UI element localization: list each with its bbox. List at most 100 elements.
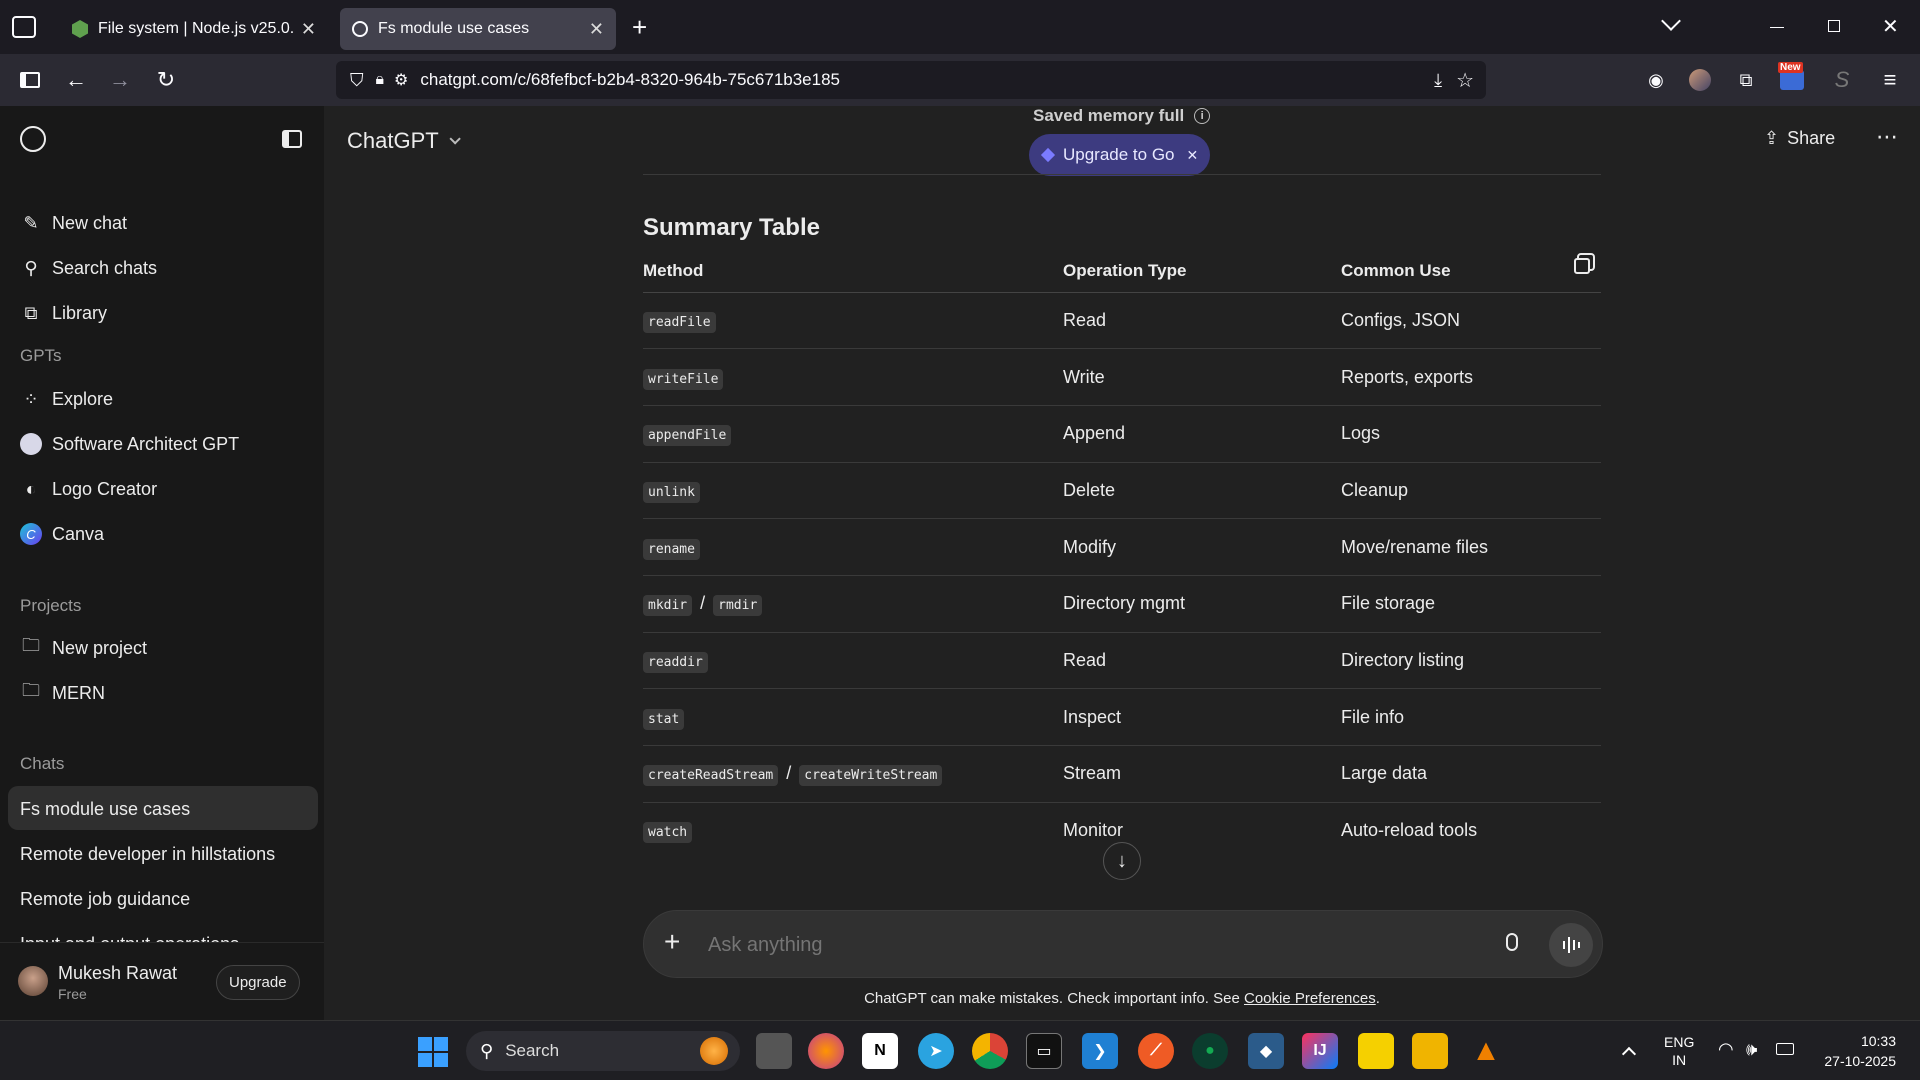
library-button[interactable]: ⧉ Library: [20, 294, 107, 332]
chats-heading: Chats: [20, 754, 65, 773]
sidebar-item-software-architect-gpt[interactable]: Software Architect GPT: [20, 425, 239, 463]
user-name[interactable]: Mukesh Rawat: [58, 963, 177, 984]
vscode-icon[interactable]: ❯: [1082, 1033, 1118, 1069]
sticky-notes-icon[interactable]: [1358, 1033, 1394, 1069]
clock-date: 27-10-2025: [1824, 1053, 1896, 1069]
chat-item[interactable]: Remote job guidance: [20, 889, 190, 910]
task-view-icon[interactable]: [756, 1033, 792, 1069]
voice-mode-button[interactable]: [1549, 923, 1593, 967]
permissions-icon[interactable]: ⚙: [394, 70, 408, 90]
method-code: unlink: [643, 481, 700, 503]
column-header: Operation Type: [1063, 260, 1187, 280]
sidebar-user-separator: [0, 942, 324, 943]
add-attachment-plus-icon[interactable]: +: [664, 926, 680, 958]
method-code: watch: [643, 822, 693, 844]
method-separator: /: [700, 593, 706, 614]
notion-icon[interactable]: N: [862, 1033, 898, 1069]
minimize-icon[interactable]: [1770, 27, 1784, 28]
software-architect-avatar-icon: [20, 433, 42, 455]
mysql-workbench-icon[interactable]: ◆: [1248, 1033, 1284, 1069]
chat-item[interactable]: Fs module use cases: [20, 799, 190, 820]
chrome-icon[interactable]: [972, 1033, 1008, 1069]
close-tab-icon[interactable]: ✕: [589, 19, 604, 40]
shield-icon[interactable]: ⛉: [350, 70, 364, 91]
extension-new-icon[interactable]: New: [1778, 62, 1806, 94]
sidebar-item-explore[interactable]: ⁘ Explore: [20, 380, 113, 418]
windows-start-icon[interactable]: [418, 1037, 448, 1067]
intellij-icon[interactable]: IJ: [1302, 1033, 1338, 1069]
tab-title: File system | Node.js v25.0.0 Do: [98, 20, 293, 37]
method-code: rename: [643, 538, 700, 560]
close-window-icon[interactable]: ✕: [1882, 14, 1899, 39]
tray-overflow-chevron-icon[interactable]: [1621, 1046, 1637, 1062]
upgrade-pill[interactable]: Upgrade to Go ✕: [1029, 134, 1211, 176]
wifi-icon[interactable]: ◠: [1718, 1039, 1734, 1060]
close-tab-icon[interactable]: ✕: [301, 19, 316, 40]
taskbar-search[interactable]: ⚲ Search: [466, 1031, 740, 1071]
extension-s-icon[interactable]: S: [1828, 66, 1856, 94]
extensions-puzzle-icon[interactable]: ⧉: [1732, 66, 1760, 94]
more-options-icon[interactable]: ⋯: [1876, 124, 1899, 150]
postman-icon[interactable]: ⟋: [1138, 1033, 1174, 1069]
restore-icon[interactable]: [1828, 20, 1840, 32]
volume-icon[interactable]: 🕪︎: [1746, 1039, 1757, 1060]
table-row: unlink Delete Cleanup: [643, 462, 1601, 519]
sidebar-item-mern[interactable]: 🗀︎ MERN: [20, 674, 105, 712]
list-all-tabs-chevron-icon[interactable]: [1661, 11, 1681, 31]
telegram-icon[interactable]: ➤: [918, 1033, 954, 1069]
share-button[interactable]: ⇪ Share: [1764, 128, 1835, 149]
chat-item[interactable]: Remote developer in hillstations: [20, 844, 275, 865]
cookie-preferences-link[interactable]: Cookie Preferences: [1244, 990, 1376, 1007]
memory-notice: Saved memory full i: [1033, 106, 1211, 126]
method-cell: stat: [643, 689, 1063, 746]
firefox-icon[interactable]: [808, 1033, 844, 1069]
sidebar-item-logo-creator[interactable]: ◐ Logo Creator: [20, 470, 158, 508]
file-explorer-icon[interactable]: [1412, 1033, 1448, 1069]
sidebar-item-canva[interactable]: C Canva: [20, 515, 104, 553]
screenshot-camera-icon[interactable]: ◉: [1642, 66, 1670, 94]
chatgpt-logo-icon[interactable]: [20, 126, 46, 152]
battery-icon[interactable]: [1776, 1043, 1794, 1055]
back-arrow-icon[interactable]: ←: [62, 66, 90, 94]
bookmark-star-icon[interactable]: ☆: [1456, 68, 1474, 93]
language-indicator[interactable]: ENG IN: [1664, 1033, 1694, 1069]
close-sidebar-icon[interactable]: [282, 130, 302, 148]
close-pill-icon[interactable]: ✕: [1187, 147, 1199, 164]
microphone-icon[interactable]: [1506, 933, 1518, 951]
url-bar[interactable]: ⛉ 🔒︎ ⚙ chatgpt.com/c/68fefbcf-b2b4-8320-…: [336, 61, 1486, 99]
terminal-icon[interactable]: ▭: [1026, 1033, 1062, 1069]
method-code: stat: [643, 708, 685, 730]
lock-icon[interactable]: 🔒︎: [376, 71, 385, 89]
sidebar-item-label: Explore: [52, 388, 114, 409]
upgrade-button[interactable]: Upgrade: [216, 965, 300, 1000]
new-project-button[interactable]: 🗀︎ New project: [20, 629, 147, 667]
info-icon[interactable]: i: [1194, 108, 1211, 124]
profile-avatar-icon[interactable]: [1686, 66, 1714, 94]
search-chats-button[interactable]: ⚲ Search chats: [20, 249, 157, 287]
tab-list-icon[interactable]: [12, 16, 36, 38]
mongodb-compass-icon[interactable]: ●: [1192, 1033, 1228, 1069]
prompt-input[interactable]: [708, 929, 1468, 961]
sidebar-toggle-icon[interactable]: [16, 66, 44, 94]
chat-item[interactable]: Input and output operations: [20, 934, 239, 942]
app-menu-hamburger-icon[interactable]: ≡: [1876, 66, 1904, 94]
model-selector[interactable]: ChatGPT: [347, 128, 461, 154]
forward-arrow-icon[interactable]: →: [106, 66, 134, 94]
explore-grid-icon: ⁘: [23, 388, 39, 409]
operation-type-cell: Read: [1063, 649, 1107, 670]
vlc-icon[interactable]: ▲: [1468, 1033, 1504, 1069]
operation-type-cell: Delete: [1063, 479, 1116, 500]
reload-icon[interactable]: ↻: [152, 66, 180, 94]
tab-fs-module[interactable]: Fs module use cases ✕: [340, 8, 616, 50]
header-divider: [643, 174, 1601, 175]
new-tab-plus-icon[interactable]: +: [632, 12, 647, 43]
user-avatar[interactable]: [18, 966, 48, 996]
tab-node-docs[interactable]: File system | Node.js v25.0.0 Do ✕: [60, 8, 328, 50]
clock[interactable]: 10:33 27-10-2025: [1812, 1031, 1896, 1071]
scroll-down-button[interactable]: ↓: [1103, 842, 1141, 880]
save-to-pocket-icon[interactable]: ⤓: [1434, 70, 1442, 91]
url-text[interactable]: chatgpt.com/c/68fefbcf-b2b4-8320-964b-75…: [420, 70, 1434, 90]
common-use-cell: Reports, exports: [1341, 366, 1474, 387]
common-use-cell: Auto-reload tools: [1341, 820, 1478, 841]
new-chat-button[interactable]: ✎ New chat: [20, 204, 127, 242]
